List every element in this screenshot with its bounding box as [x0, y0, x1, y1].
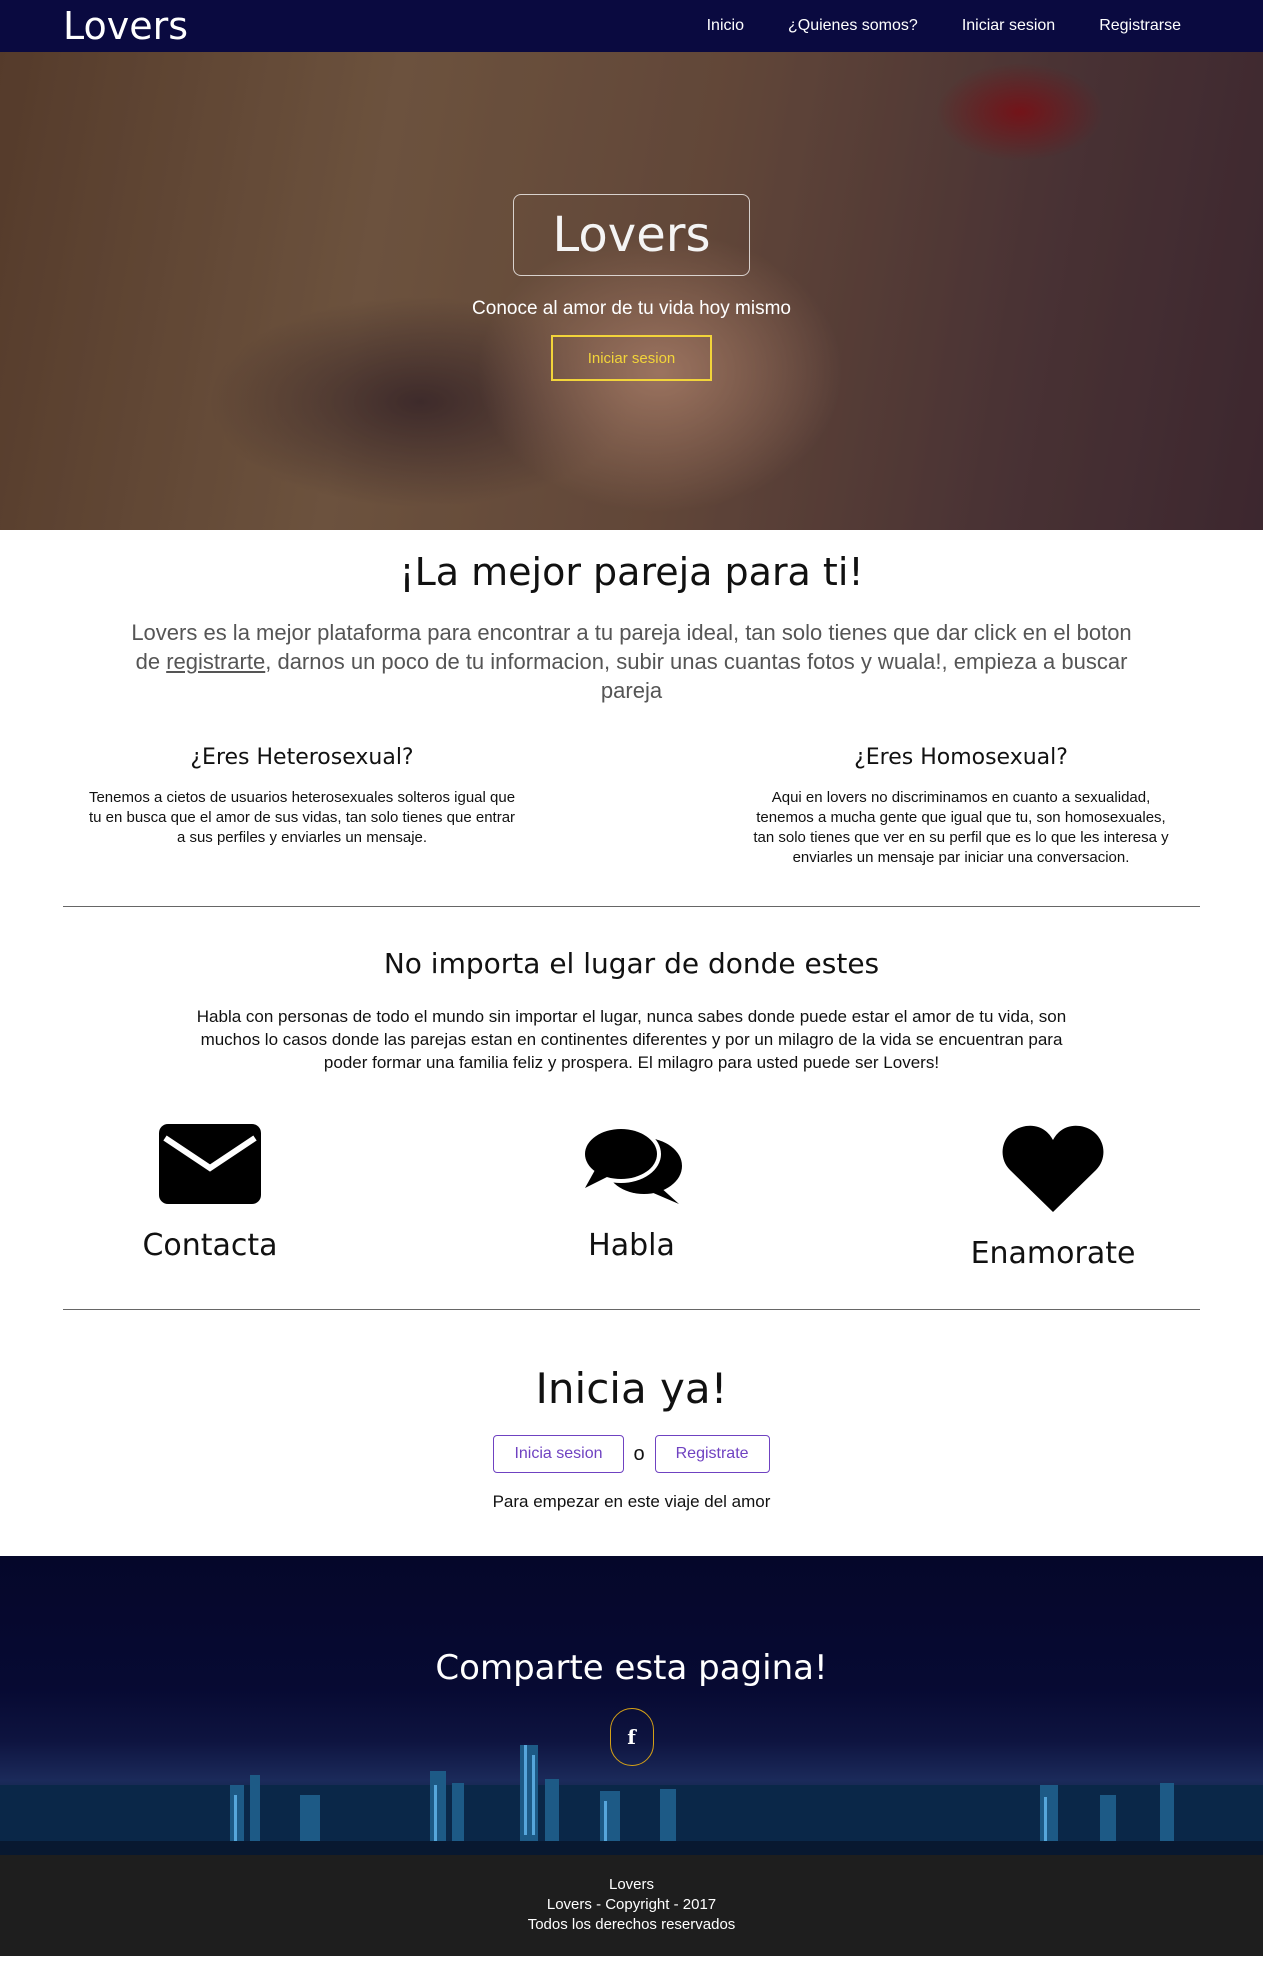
heart-icon	[1002, 1125, 1104, 1212]
feature-label: Enamorate	[970, 1236, 1136, 1271]
brand-logo[interactable]: Lovers	[63, 4, 188, 48]
places-section: No importa el lugar de donde estes Habla…	[0, 907, 1263, 1074]
hero-section: Lovers Conoce al amor de tu vida hoy mis…	[0, 52, 1263, 530]
or-text: o	[633, 1442, 645, 1465]
feature-enamorate: Enamorate	[943, 1124, 1163, 1271]
features-section: Contacta Habla Enamorate	[0, 1074, 1263, 1271]
homosexual-title: ¿Eres Homosexual?	[854, 745, 1068, 770]
nav-link-iniciar-sesion[interactable]: Iniciar sesion	[962, 17, 1055, 35]
homosexual-text: Aqui en lovers no discriminamos en cuant…	[753, 789, 1169, 866]
intro-section: ¡La mejor pareja para ti! Lovers es la m…	[0, 530, 1263, 705]
places-text: Habla con personas de todo el mundo sin …	[196, 1007, 1067, 1072]
comments-icon	[580, 1125, 682, 1204]
navbar: Lovers Inicio ¿Quienes somos? Iniciar se…	[0, 0, 1263, 52]
feature-contacta: Contacta	[100, 1124, 320, 1271]
orientation-columns: ¿Eres Heterosexual? Tenemos a cietos de …	[0, 705, 1263, 868]
facebook-icon: f	[627, 1725, 636, 1749]
feature-label: Contacta	[142, 1228, 278, 1263]
start-section: Inicia ya! Inicia sesion o Registrate Pa…	[0, 1310, 1263, 1512]
share-heading: Comparte esta pagina!	[435, 1648, 828, 1688]
share-section: Comparte esta pagina! f	[0, 1556, 1263, 1855]
register-button[interactable]: Registrate	[654, 1435, 770, 1473]
footer-rights: Todos los derechos reservados	[527, 1916, 736, 1933]
footer: Lovers Lovers - Copyright - 2017 Todos l…	[0, 1855, 1263, 1956]
nav-links: Inicio ¿Quienes somos? Iniciar sesion Re…	[707, 17, 1181, 35]
hero-subtitle: Conoce al amor de tu vida hoy mismo	[472, 298, 791, 319]
start-tagline: Para empezar en este viaje del amor	[492, 1492, 771, 1511]
hero-title: Lovers	[513, 194, 750, 276]
footer-brand: Lovers	[608, 1876, 655, 1893]
start-actions: Inicia sesion o Registrate	[0, 1435, 1263, 1473]
feature-label: Habla	[588, 1228, 675, 1263]
feature-habla: Habla	[522, 1124, 742, 1271]
start-heading: Inicia ya!	[535, 1364, 728, 1413]
intro-text: Lovers es la mejor plataforma para encon…	[131, 620, 1132, 703]
heterosexual-column: ¿Eres Heterosexual? Tenemos a cietos de …	[88, 745, 516, 868]
login-button[interactable]: Inicia sesion	[493, 1435, 624, 1473]
envelope-icon	[159, 1124, 261, 1204]
homosexual-column: ¿Eres Homosexual? Aqui en lovers no disc…	[747, 745, 1175, 868]
heterosexual-text: Tenemos a cietos de usuarios heterosexua…	[88, 789, 516, 846]
facebook-share-button[interactable]: f	[609, 1708, 654, 1766]
footer-copyright: Lovers - Copyright - 2017	[546, 1896, 717, 1913]
places-heading: No importa el lugar de donde estes	[383, 947, 880, 980]
hero-login-button[interactable]: Iniciar sesion	[551, 335, 712, 381]
nav-link-inicio[interactable]: Inicio	[707, 17, 744, 35]
intro-heading: ¡La mejor pareja para ti!	[399, 550, 864, 594]
nav-link-registrarse[interactable]: Registrarse	[1099, 17, 1181, 35]
nav-link-quienes-somos[interactable]: ¿Quienes somos?	[788, 17, 918, 35]
register-link[interactable]: registrarte	[166, 649, 265, 674]
heterosexual-title: ¿Eres Heterosexual?	[190, 745, 414, 770]
